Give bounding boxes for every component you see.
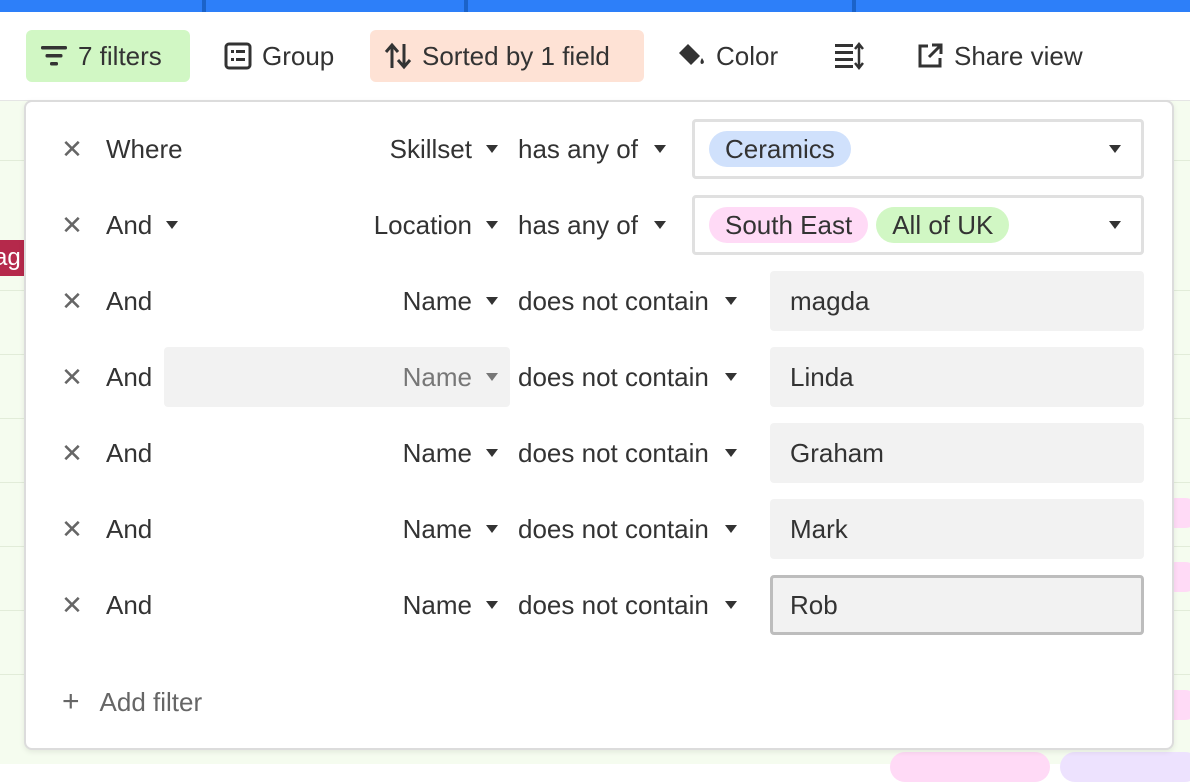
filter-row: ✕ Where Skillset has any of Ceramics <box>26 119 1172 179</box>
remove-filter-button[interactable]: ✕ <box>56 133 88 165</box>
filter-row: ✕ And Name does not contain Graham <box>26 423 1172 483</box>
close-icon: ✕ <box>61 209 83 240</box>
conjunction-label: And <box>106 437 153 468</box>
filter-popover: ✕ Where Skillset has any of Ceramics ✕ A… <box>24 100 1174 750</box>
conjunction-label: And <box>106 361 153 392</box>
chevron-down-icon <box>1109 145 1121 153</box>
background-pill <box>890 752 1050 782</box>
add-filter-button[interactable]: + Add filter <box>62 682 202 722</box>
background-tag: ag <box>0 240 26 276</box>
share-view-label: Share view <box>954 40 1083 71</box>
value-pill: All of UK <box>876 207 1010 243</box>
row-height-icon <box>834 42 864 70</box>
value-pill: South East <box>709 207 869 243</box>
chevron-down-icon <box>486 449 498 457</box>
conjunction-label: And <box>106 285 153 316</box>
tab-divider <box>464 0 468 12</box>
sort-button[interactable]: Sorted by 1 field <box>370 30 644 82</box>
operator-select[interactable]: does not contain <box>518 423 737 483</box>
field-select[interactable]: Name <box>164 271 510 331</box>
tab-divider <box>202 0 206 12</box>
field-select[interactable]: Name <box>164 575 510 635</box>
close-icon: ✕ <box>61 437 83 468</box>
chevron-down-icon <box>486 145 498 153</box>
field-select[interactable]: Name <box>164 347 510 407</box>
conjunction-label: And <box>106 513 153 544</box>
chevron-down-icon <box>486 221 498 229</box>
value-input[interactable]: Rob <box>770 575 1144 635</box>
conjunction-label: And <box>106 589 153 620</box>
plus-icon: + <box>62 685 80 718</box>
filter-row: ✕ And Location has any of South East All… <box>26 195 1172 255</box>
chevron-down-icon <box>486 601 498 609</box>
group-icon <box>224 42 252 70</box>
chevron-down-icon <box>724 525 737 533</box>
value-multiselect[interactable]: Ceramics <box>692 119 1144 179</box>
remove-filter-button[interactable]: ✕ <box>56 209 88 241</box>
view-toolbar: 7 filters Group Sorted by 1 field Color … <box>0 12 1190 101</box>
value-input[interactable]: magda <box>770 271 1144 331</box>
close-icon: ✕ <box>61 285 83 316</box>
chevron-down-icon <box>486 297 498 305</box>
add-filter-label: Add filter <box>99 686 203 717</box>
operator-select[interactable]: does not contain <box>518 347 737 407</box>
value-multiselect[interactable]: South East All of UK <box>692 195 1144 255</box>
paint-bucket-icon <box>676 42 706 70</box>
share-icon <box>916 42 944 70</box>
group-label: Group <box>262 40 335 71</box>
field-select[interactable]: Skillset <box>164 119 510 179</box>
chevron-down-icon <box>724 297 737 305</box>
chevron-down-icon <box>486 525 498 533</box>
filter-row: ✕ And Name does not contain Rob <box>26 575 1172 635</box>
value-pill: Ceramics <box>709 131 851 167</box>
filter-icon <box>40 44 68 68</box>
tab-divider <box>852 0 856 12</box>
close-icon: ✕ <box>61 361 83 392</box>
remove-filter-button[interactable]: ✕ <box>56 361 88 393</box>
chevron-down-icon <box>724 601 737 609</box>
chevron-down-icon <box>1109 221 1121 229</box>
sort-label: Sorted by 1 field <box>422 40 610 71</box>
filter-row: ✕ And Name does not contain Mark <box>26 499 1172 559</box>
field-select[interactable]: Location <box>164 195 510 255</box>
close-icon: ✕ <box>61 589 83 620</box>
chevron-down-icon <box>486 373 498 381</box>
value-input[interactable]: Graham <box>770 423 1144 483</box>
chevron-down-icon <box>724 373 737 381</box>
filter-row: ✕ And Name does not contain Linda <box>26 347 1172 407</box>
operator-select[interactable]: does not contain <box>518 575 737 635</box>
close-icon: ✕ <box>61 133 83 164</box>
top-tab-strip <box>0 0 1190 12</box>
operator-select[interactable]: has any of <box>518 119 666 179</box>
row-height-button[interactable] <box>820 30 876 82</box>
remove-filter-button[interactable]: ✕ <box>56 589 88 621</box>
value-input[interactable]: Mark <box>770 499 1144 559</box>
value-input[interactable]: Linda <box>770 347 1144 407</box>
remove-filter-button[interactable]: ✕ <box>56 437 88 469</box>
chevron-down-icon <box>724 449 737 457</box>
background-pill <box>1060 752 1190 782</box>
group-button[interactable]: Group <box>210 30 360 82</box>
filters-button[interactable]: 7 filters <box>26 30 190 82</box>
filter-row: ✕ And Name does not contain magda <box>26 271 1172 331</box>
remove-filter-button[interactable]: ✕ <box>56 285 88 317</box>
operator-select[interactable]: does not contain <box>518 271 737 331</box>
field-select[interactable]: Name <box>164 499 510 559</box>
color-label: Color <box>716 40 779 71</box>
chevron-down-icon <box>653 221 666 229</box>
operator-select[interactable]: does not contain <box>518 499 737 559</box>
operator-select[interactable]: has any of <box>518 195 666 255</box>
color-button[interactable]: Color <box>662 30 798 82</box>
sort-icon <box>384 42 412 70</box>
field-select[interactable]: Name <box>164 423 510 483</box>
remove-filter-button[interactable]: ✕ <box>56 513 88 545</box>
chevron-down-icon <box>653 145 666 153</box>
close-icon: ✕ <box>61 513 83 544</box>
filters-label: 7 filters <box>78 40 162 71</box>
share-view-button[interactable]: Share view <box>902 30 1102 82</box>
